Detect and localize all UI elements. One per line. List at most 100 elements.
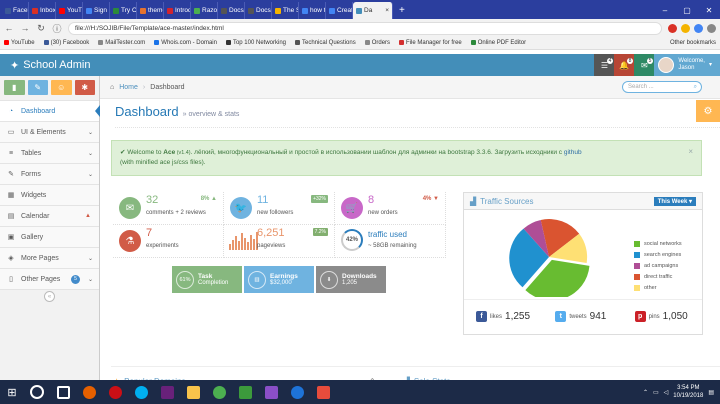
bookmark[interactable]: Orders (364, 39, 390, 46)
breadcrumb-home[interactable]: Home (119, 84, 138, 91)
file-icon: ▯ (9, 276, 13, 283)
reload-icon[interactable]: ↻ (36, 23, 46, 34)
task-view-icon[interactable] (52, 381, 74, 403)
summary-button-downloads[interactable]: ⬇ Downloads 1,205 (316, 266, 386, 293)
browser-tab[interactable]: The Sel (272, 2, 299, 19)
network-icon[interactable]: ▭ (653, 389, 659, 396)
notification-icon[interactable]: ▤ (708, 389, 714, 396)
tab-favicon (140, 7, 146, 14)
windows-start-icon[interactable]: ⊞ (0, 380, 24, 404)
maximize-icon[interactable]: ▢ (676, 2, 698, 19)
user-menu[interactable]: Welcome, Jason ▾ (654, 54, 720, 76)
pencil-shortcut-icon[interactable]: ✎ (27, 80, 48, 95)
url-input[interactable]: file:///H:/SOJIB/File/Template/ace-maste… (68, 21, 662, 35)
volume-icon[interactable]: ◁ (664, 389, 669, 396)
cogs-shortcut-icon[interactable]: ✱ (74, 80, 95, 95)
browser-tab[interactable]: Da × (353, 2, 393, 19)
bookmark-icon (43, 39, 49, 45)
bookmark[interactable]: Whois.com - Domain (154, 39, 217, 46)
search-icon[interactable] (30, 385, 44, 399)
browser-tab[interactable]: Create (326, 2, 353, 19)
bookmark[interactable]: (30) Facebook (43, 39, 89, 46)
app-icon[interactable] (312, 381, 334, 403)
bookmark[interactable]: Online PDF Editor (470, 39, 526, 46)
sidebar-item-dashboard[interactable]: ◔ Dashboard (0, 100, 100, 121)
chevron-up-icon[interactable]: ⌃ (643, 389, 648, 396)
browser-tab[interactable]: Inbox ( (29, 2, 56, 19)
opera-icon[interactable] (104, 381, 126, 403)
button-value: 1,205 (342, 280, 358, 286)
chrome-icon[interactable] (208, 381, 230, 403)
bookmark[interactable]: MailTester.com (98, 39, 145, 46)
browser-tab[interactable]: themel (137, 2, 164, 19)
sidebar-item-label: Tables (21, 149, 42, 157)
browser-tab[interactable]: Sign in (83, 2, 110, 19)
widget-title: Traffic Sources (480, 196, 534, 206)
close-tab-icon[interactable]: × (385, 7, 389, 14)
notifications-icon[interactable]: 🔔 8 (614, 54, 635, 76)
browser-tab[interactable]: Try Onl (110, 2, 137, 19)
users-shortcut-icon[interactable]: ☺ (51, 80, 72, 95)
browser-tab[interactable]: Docs/C (218, 2, 245, 19)
address-bar-row: ← → ↻ ⓘ file:///H:/SOJIB/File/Template/a… (0, 19, 720, 37)
traffic-pie-chart (509, 219, 590, 297)
counter-label: tweets (569, 313, 587, 320)
signal-shortcut-icon[interactable]: ▮ (4, 80, 25, 95)
page-header: Dashboard » overview & stats (115, 104, 720, 128)
tab-favicon (221, 7, 227, 14)
sidebar-item-calendar[interactable]: ▤ Calendar ▲ (0, 205, 99, 226)
bookmark[interactable]: Top 100 Networking (225, 39, 286, 46)
sidebar-item-widgets[interactable]: ▦ Widgets (0, 184, 99, 205)
folder-icon[interactable] (182, 381, 204, 403)
extension-icon[interactable] (694, 23, 703, 33)
infobox-3: ⚗ 7 experiments (113, 225, 224, 258)
sidebar-item-other-pages[interactable]: ▯ Other Pages 5 ⌄ (0, 268, 99, 289)
browser-tab[interactable]: how to (299, 2, 326, 19)
forward-icon[interactable]: → (20, 23, 30, 33)
bookmarks-bar: YouTube (30) Facebook MailTester.com Whois.… (0, 37, 720, 50)
browser-tab[interactable]: Introdu (164, 2, 191, 19)
browser-tab[interactable]: YouTub (56, 2, 83, 19)
info-icon[interactable]: ⓘ (52, 22, 62, 35)
legend-label: direct traffic (644, 273, 673, 280)
other-bookmarks[interactable]: Other bookmarks (670, 40, 716, 46)
github-link[interactable]: github (564, 149, 582, 156)
tab-favicon (248, 7, 254, 14)
tab-favicon (275, 7, 281, 14)
period-dropdown[interactable]: This Week ▾ (653, 196, 696, 206)
sidebar-item-forms[interactable]: ✎ Forms ⌄ (0, 163, 99, 184)
sidebar-item-more-pages[interactable]: ◈ More Pages ⌄ (0, 247, 99, 268)
brand[interactable]: ✦ School Admin (0, 59, 90, 72)
clock[interactable]: 3:54 PM 10/19/2018 (673, 384, 703, 400)
summary-button-task[interactable]: 61% Task Completion (172, 266, 242, 293)
extension-icon[interactable] (681, 23, 690, 33)
back-icon[interactable]: ← (4, 23, 14, 33)
close-icon[interactable]: ✕ (698, 2, 720, 19)
skype-icon[interactable] (130, 381, 152, 403)
close-icon[interactable]: × (688, 147, 693, 157)
bookmark[interactable]: File Manager for free (399, 39, 462, 46)
edge-icon[interactable] (286, 381, 308, 403)
camtasia-icon[interactable] (234, 381, 256, 403)
sidebar-item-ui-elements[interactable]: ▭ UI & Elements ⌄ (0, 121, 99, 142)
summary-button-earnings[interactable]: ▥ Earnings $32,000 (244, 266, 314, 293)
extension-icon[interactable] (668, 23, 677, 33)
menu-icon[interactable] (707, 23, 716, 33)
bookmark[interactable]: Technical Questions (295, 39, 356, 46)
bookmark[interactable]: YouTube (4, 39, 35, 46)
sidebar-collapse-button[interactable]: « (0, 289, 99, 303)
sidebar-item-tables[interactable]: ≡ Tables ⌄ (0, 142, 99, 163)
sidebar-item-gallery[interactable]: ▣ Gallery (0, 226, 99, 247)
tasks-icon[interactable]: ☰ 4 (594, 54, 615, 76)
messages-icon[interactable]: ✉ 5 (634, 54, 655, 76)
browser-tab[interactable]: Docs/C (245, 2, 272, 19)
browser-tab[interactable]: Faceb (2, 2, 29, 19)
new-tab-button[interactable]: + (393, 2, 411, 19)
vs-code-icon[interactable] (260, 381, 282, 403)
firefox-icon[interactable] (78, 381, 100, 403)
browser-tab[interactable]: Razor P (191, 2, 218, 19)
visual-studio-icon[interactable] (156, 381, 178, 403)
signal-icon: ▟ (470, 196, 477, 206)
search-input[interactable]: Search ... ⌕ (622, 81, 702, 93)
minimize-icon[interactable]: – (654, 2, 676, 19)
